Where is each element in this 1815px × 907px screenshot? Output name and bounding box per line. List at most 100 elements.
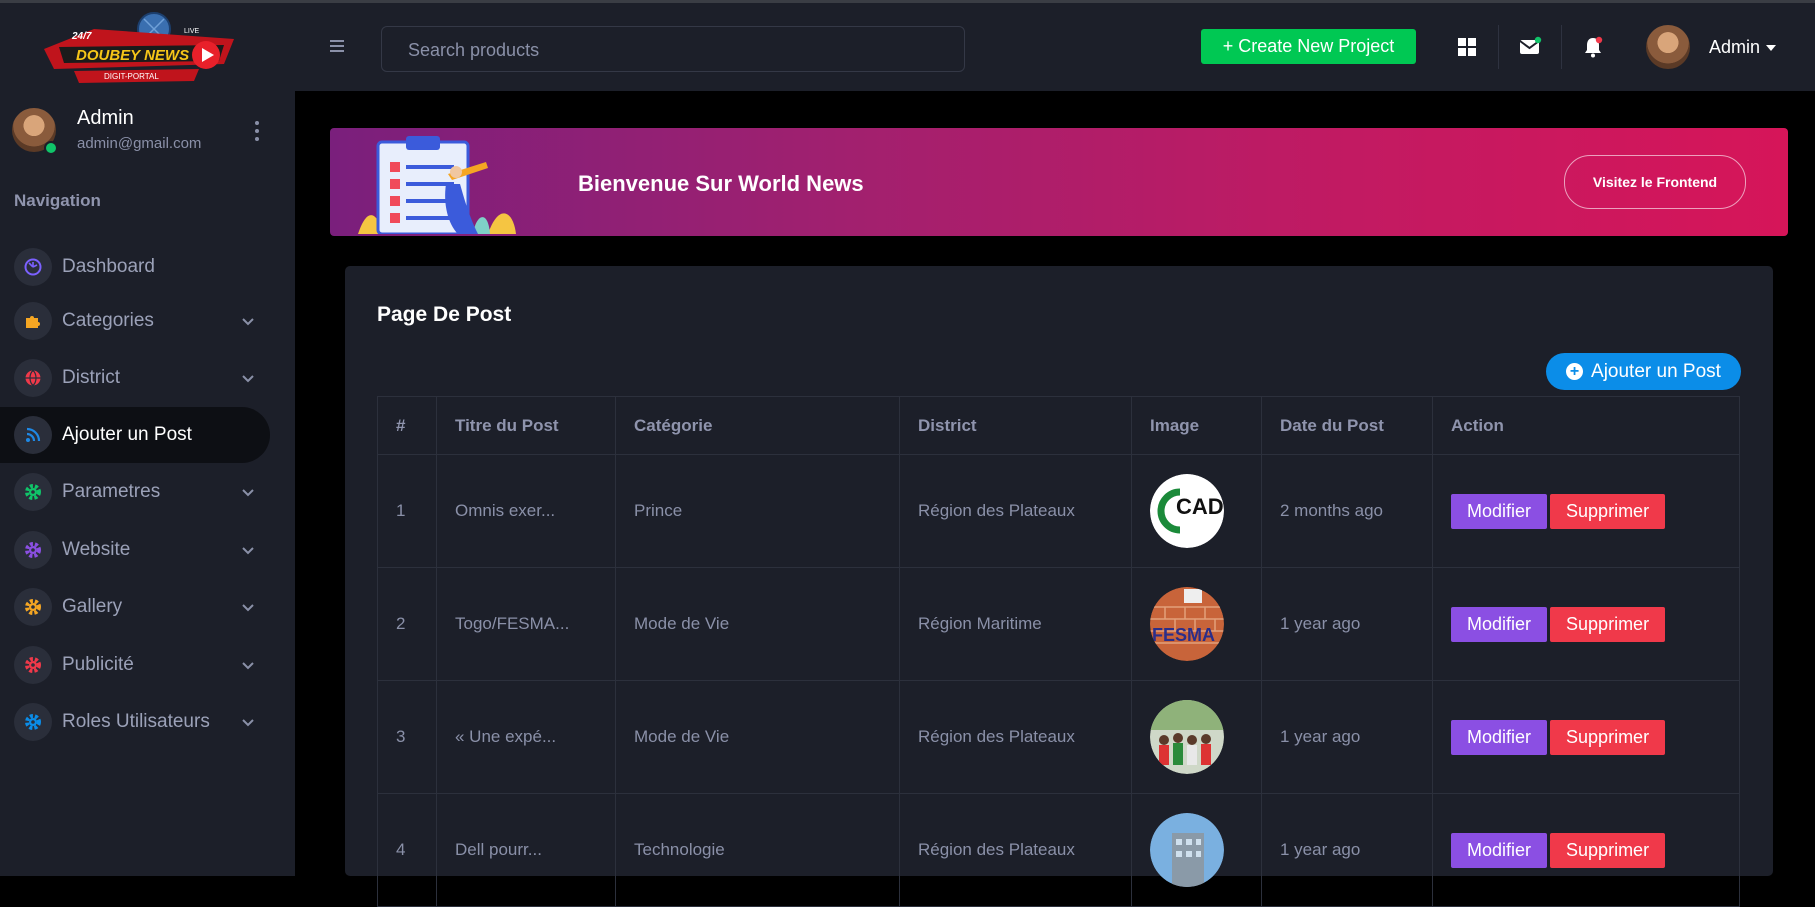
cell-category: Technologie bbox=[615, 793, 900, 907]
edit-button[interactable]: Modifier bbox=[1451, 719, 1548, 755]
chevron-down-icon bbox=[242, 604, 254, 612]
plus-circle-icon: + bbox=[1566, 363, 1584, 380]
post-thumbnail[interactable]: FESMA bbox=[1150, 587, 1224, 661]
logo-badge-left: 24/7 bbox=[71, 31, 92, 42]
cell-category: Mode de Vie bbox=[615, 680, 900, 794]
thumbnail-logo-text: FESMA bbox=[1152, 625, 1215, 645]
cell-number: 1 bbox=[377, 454, 437, 568]
sidebar-item-label: Ajouter un Post bbox=[62, 424, 192, 445]
cell-actions: Modifier Supprimer bbox=[1432, 567, 1740, 681]
sidebar-item-website[interactable]: Website bbox=[0, 522, 270, 578]
cell-number: 3 bbox=[377, 680, 437, 794]
edit-button[interactable]: Modifier bbox=[1451, 606, 1548, 642]
kebab-menu-icon[interactable] bbox=[255, 121, 261, 145]
post-thumbnail[interactable] bbox=[1150, 700, 1224, 774]
bell-icon[interactable] bbox=[1581, 35, 1605, 59]
column-header: Action bbox=[1432, 396, 1740, 455]
search-input[interactable]: Search products bbox=[381, 26, 965, 72]
sidebar-item-dashboard[interactable]: Dashboard bbox=[0, 239, 270, 295]
edit-button[interactable]: Modifier bbox=[1451, 493, 1548, 529]
cell-date: 1 year ago bbox=[1261, 680, 1433, 794]
gear-icon bbox=[14, 473, 52, 511]
logo-badge-right: LIVE bbox=[184, 28, 200, 35]
chevron-down-icon bbox=[242, 662, 254, 670]
delete-button[interactable]: Supprimer bbox=[1550, 493, 1666, 529]
cell-date: 2 months ago bbox=[1261, 454, 1433, 568]
delete-button[interactable]: Supprimer bbox=[1550, 719, 1666, 755]
sidebar-item-publicite[interactable]: Publicité bbox=[0, 637, 270, 693]
welcome-banner: Bienvenue Sur World News Visitez le Fron… bbox=[330, 128, 1788, 236]
globe-icon bbox=[14, 359, 52, 397]
menu-toggle-icon[interactable] bbox=[330, 40, 344, 55]
create-project-button[interactable]: + Create New Project bbox=[1201, 29, 1416, 64]
table-row: 2 Togo/FESMA... Mode de Vie Région Marit… bbox=[377, 567, 1740, 681]
sidebar-item-roles-utilisateurs[interactable]: Roles Utilisateurs bbox=[0, 694, 270, 750]
chevron-down-icon bbox=[242, 719, 254, 727]
clipboard-illustration bbox=[358, 136, 516, 234]
sidebar-item-label: Website bbox=[62, 539, 131, 560]
edit-button[interactable]: Modifier bbox=[1451, 832, 1548, 868]
top-header: Search products + Create New Project Adm… bbox=[295, 3, 1815, 91]
header-divider bbox=[1498, 25, 1499, 69]
apps-grid-icon[interactable] bbox=[1455, 35, 1479, 59]
cell-title: Omnis exer... bbox=[436, 454, 616, 568]
sidebar-item-categories[interactable]: Categories bbox=[0, 293, 270, 349]
cell-category: Mode de Vie bbox=[615, 567, 900, 681]
delete-button[interactable]: Supprimer bbox=[1550, 606, 1666, 642]
app-logo[interactable]: 24/7 LIVE DOUBEY NEWS DIGIT-PORTAL bbox=[34, 9, 244, 89]
sidebar-item-label: Categories bbox=[62, 310, 154, 331]
sidebar-item-label: Publicité bbox=[62, 654, 134, 675]
cell-image: FESMA bbox=[1131, 567, 1262, 681]
add-post-label: Ajouter un Post bbox=[1591, 360, 1721, 382]
cell-image bbox=[1131, 793, 1262, 907]
thumbnail-logo-text: CAD bbox=[1176, 494, 1224, 519]
sidebar-item-label: Parametres bbox=[62, 481, 161, 502]
cell-district: Région Maritime bbox=[899, 567, 1132, 681]
table-header-row: # Titre du Post Catégorie District Image… bbox=[377, 396, 1740, 455]
cell-image bbox=[1131, 680, 1262, 794]
avatar[interactable] bbox=[1646, 25, 1690, 69]
delete-button[interactable]: Supprimer bbox=[1550, 832, 1666, 868]
chevron-down-icon bbox=[242, 489, 254, 497]
sidebar-item-parametres[interactable]: Parametres bbox=[0, 464, 270, 520]
cell-district: Région des Plateaux bbox=[899, 680, 1132, 794]
chevron-down-icon bbox=[242, 547, 254, 555]
mail-icon[interactable] bbox=[1518, 35, 1542, 59]
nav-section-title: Navigation bbox=[14, 191, 101, 210]
cell-actions: Modifier Supprimer bbox=[1432, 680, 1740, 794]
sidebar: 24/7 LIVE DOUBEY NEWS DIGIT-PORTAL Admin… bbox=[0, 3, 295, 876]
post-thumbnail[interactable]: CAD bbox=[1150, 474, 1224, 548]
column-header: Catégorie bbox=[615, 396, 900, 455]
cell-title: Dell pourr... bbox=[436, 793, 616, 907]
sidebar-user: Admin admin@gmail.com bbox=[12, 107, 282, 159]
sidebar-item-ajouter-un-post[interactable]: Ajouter un Post bbox=[0, 407, 270, 463]
sidebar-item-gallery[interactable]: Gallery bbox=[0, 579, 270, 635]
table-row: 1 Omnis exer... Prince Région des Platea… bbox=[377, 454, 1740, 568]
chevron-down-icon bbox=[242, 375, 254, 383]
header-divider bbox=[1561, 25, 1562, 69]
logo-text: DOUBEY NEWS bbox=[76, 47, 189, 64]
user-email: admin@gmail.com bbox=[77, 135, 202, 152]
table-row: 4 Dell pourr... Technologie Région des P… bbox=[377, 793, 1740, 907]
user-name: Admin bbox=[77, 107, 134, 129]
cell-image: CAD bbox=[1131, 454, 1262, 568]
column-header: # bbox=[377, 396, 437, 455]
post-icon bbox=[14, 416, 52, 454]
add-post-button[interactable]: + Ajouter un Post bbox=[1546, 353, 1741, 390]
gear-icon bbox=[14, 646, 52, 684]
sidebar-item-district[interactable]: District bbox=[0, 350, 270, 406]
gear-icon bbox=[14, 531, 52, 569]
search-placeholder: Search products bbox=[408, 40, 540, 60]
dashboard-icon bbox=[14, 248, 52, 286]
cell-date: 1 year ago bbox=[1261, 793, 1433, 907]
cell-number: 4 bbox=[377, 793, 437, 907]
caret-down-icon bbox=[1766, 44, 1777, 51]
cell-actions: Modifier Supprimer bbox=[1432, 454, 1740, 568]
cell-title: Togo/FESMA... bbox=[436, 567, 616, 681]
gear-icon bbox=[14, 703, 52, 741]
visit-frontend-button[interactable]: Visitez le Frontend bbox=[1564, 155, 1746, 209]
sidebar-item-label: Gallery bbox=[62, 596, 123, 617]
admin-dropdown[interactable]: Admin bbox=[1709, 37, 1777, 58]
sidebar-item-label: District bbox=[62, 367, 121, 388]
logo-subtitle: DIGIT-PORTAL bbox=[104, 72, 159, 81]
